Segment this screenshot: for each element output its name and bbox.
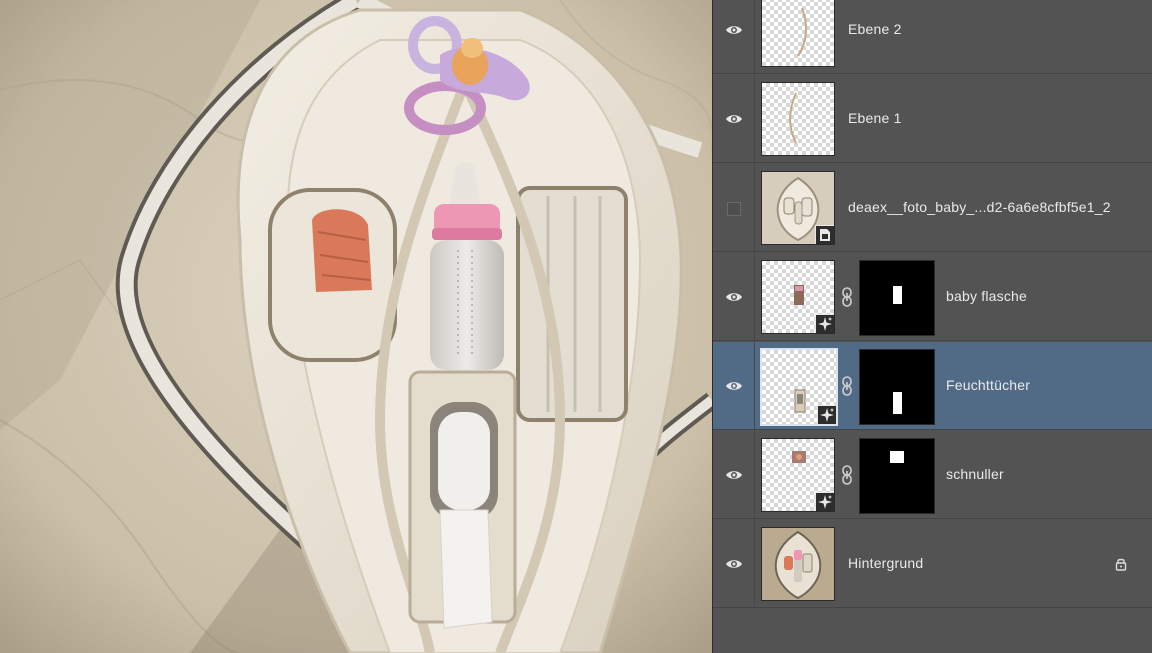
layer-name[interactable]: deaex__foto_baby_...d2-6a6e8cfbf5e1_2 [848,199,1111,215]
layer-thumbnail[interactable] [761,82,835,156]
hidden-visibility-box[interactable] [727,202,741,216]
layer-row-ebene-2[interactable]: Ebene 2 [713,0,1152,74]
layer-row-feuchttuecher[interactable]: Feuchttücher [713,342,1152,430]
layer-thumbnail[interactable] [761,0,835,67]
canvas-image [0,0,712,653]
layer-name[interactable]: Feuchttücher [946,377,1030,393]
visibility-toggle[interactable] [713,342,755,430]
eye-icon[interactable] [725,557,743,571]
layer-mask-thumbnail[interactable] [859,260,935,336]
layer-row-deaex-photo[interactable]: deaex__foto_baby_...d2-6a6e8cfbf5e1_2 [713,164,1152,252]
layer-row-schnuller[interactable]: schnuller [713,431,1152,519]
visibility-toggle[interactable] [713,0,755,74]
layer-mask-thumbnail[interactable] [859,349,935,425]
visibility-toggle[interactable] [713,253,755,341]
stroke-curve-icon [797,7,808,57]
stroke-curve-icon [789,92,797,144]
visibility-toggle[interactable] [713,75,755,163]
visibility-toggle[interactable] [713,520,755,608]
visibility-toggle[interactable] [713,431,755,519]
layer-row-hintergrund[interactable]: Hintergrund [713,520,1152,608]
eye-icon[interactable] [725,379,743,393]
layer-thumbnail[interactable] [761,260,835,334]
smart-object-badge-icon [815,314,834,333]
document-canvas[interactable] [0,0,712,653]
layer-name[interactable]: Ebene 1 [848,110,902,126]
layer-row-baby-flasche[interactable]: baby flasche [713,253,1152,341]
layer-name[interactable]: Hintergrund [848,555,923,571]
background-photo-icon [762,528,834,600]
eye-icon[interactable] [725,112,743,126]
layer-thumbnail[interactable] [761,171,835,245]
link-chain-icon[interactable] [841,376,853,396]
smart-object-badge-icon [815,225,834,244]
layer-mask-thumbnail[interactable] [859,438,935,514]
layer-thumbnail[interactable] [761,438,835,512]
smart-object-badge-icon [817,405,836,424]
layer-row-ebene-1[interactable]: Ebene 1 [713,75,1152,163]
eye-icon[interactable] [725,290,743,304]
visibility-toggle[interactable] [713,164,755,252]
layer-name[interactable]: Ebene 2 [848,21,902,37]
layer-name[interactable]: baby flasche [946,288,1027,304]
link-chain-icon[interactable] [841,465,853,485]
layers-panel: Ebene 2 Ebene 1 deaex__foto_baby_...d2-6… [712,0,1152,653]
eye-icon[interactable] [725,468,743,482]
layer-thumbnail[interactable] [760,348,838,426]
layer-thumbnail[interactable] [761,527,835,601]
smart-object-badge-icon [815,492,834,511]
link-chain-icon[interactable] [841,287,853,307]
eye-icon[interactable] [725,23,743,37]
lock-icon[interactable] [1114,557,1128,571]
layer-name[interactable]: schnuller [946,466,1004,482]
